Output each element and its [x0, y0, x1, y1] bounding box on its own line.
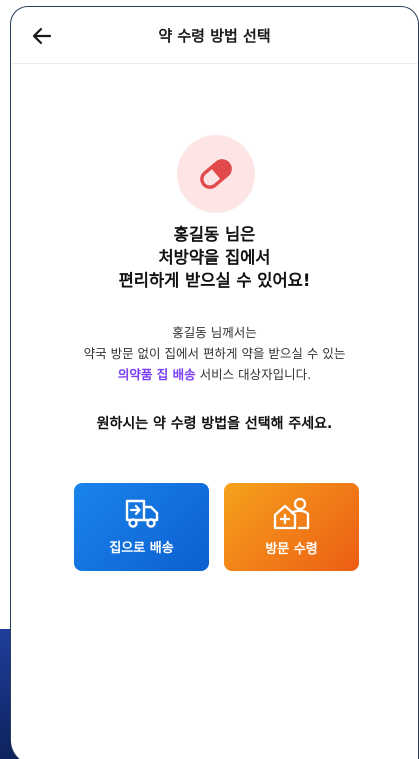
- headline-line: 홍길동 님은: [173, 225, 256, 244]
- hero-headline: 홍길동 님은 처방약을 집에서 편리하게 받으실 수 있어요!: [11, 223, 418, 292]
- description-line: 홍길동 님께서는: [172, 325, 257, 340]
- home-delivery-button[interactable]: 집으로 배송: [74, 483, 209, 571]
- service-description: 홍길동 님께서는 약국 방문 없이 집에서 편하게 약을 받으실 수 있는 의약…: [11, 322, 418, 385]
- app-header: 약 수령 방법 선택: [11, 7, 418, 64]
- phone-screen: 약 수령 방법 선택 홍길동 님은 처방약을 집에서 편리하게 받으실 수 있어…: [10, 6, 419, 759]
- pharmacy-visit-icon: [273, 497, 309, 530]
- page-title: 약 수령 방법 선택: [158, 27, 271, 45]
- delivery-truck-icon: [125, 499, 158, 528]
- pickup-visit-label: 방문 수령: [265, 542, 318, 557]
- service-name-highlight: 의약품 집 배송: [117, 367, 196, 382]
- description-line: 약국 방문 없이 집에서 편하게 약을 받으실 수 있는: [83, 346, 346, 361]
- description-text: 서비스 대상자입니다.: [195, 367, 312, 382]
- headline-line: 처방약을 집에서: [158, 248, 271, 267]
- pill-icon-badge: [177, 135, 255, 213]
- selection-prompt: 원하시는 약 수령 방법을 선택해 주세요.: [96, 416, 333, 432]
- pill-icon: [200, 159, 232, 189]
- pickup-visit-button[interactable]: 방문 수령: [224, 483, 359, 571]
- home-delivery-label: 집으로 배송: [109, 541, 174, 556]
- headline-line: 편리하게 받으실 수 있어요!: [118, 271, 311, 290]
- description-line: 의약품 집 배송 서비스 대상자입니다.: [11, 364, 418, 385]
